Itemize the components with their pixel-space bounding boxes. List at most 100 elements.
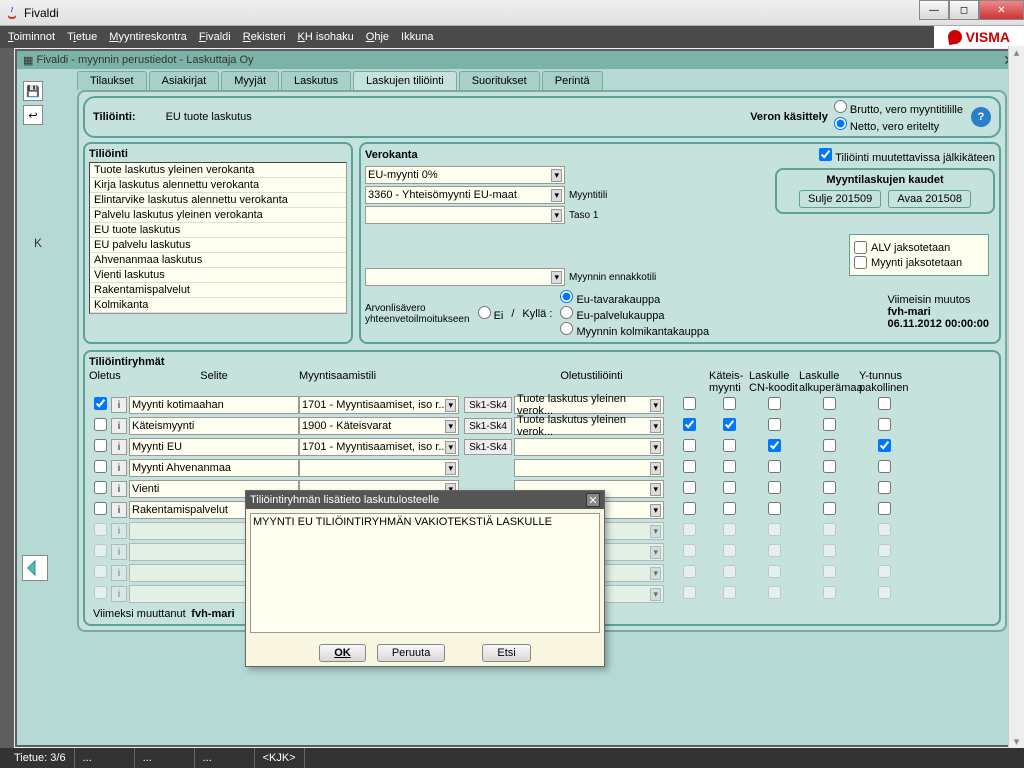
- dialog-close-button[interactable]: ✕: [586, 493, 600, 507]
- myyntitili-combo[interactable]: 3360 - Yhteisömyynti EU-maat: [365, 186, 565, 204]
- alv-radio-1[interactable]: Eu-palvelukauppa: [560, 306, 709, 322]
- tilioin-list-item[interactable]: EU tuote laskutus: [90, 223, 346, 238]
- alkupera-checkbox[interactable]: [823, 523, 836, 536]
- selite-input[interactable]: [129, 396, 299, 414]
- cn-checkbox[interactable]: [768, 565, 781, 578]
- menu-kh-isohaku[interactable]: KH isohaku: [298, 31, 354, 43]
- info-button[interactable]: i: [111, 544, 127, 560]
- cn-checkbox[interactable]: [768, 418, 781, 431]
- ei-radio[interactable]: Ei: [478, 306, 504, 322]
- myynti-jaks-checkbox[interactable]: Myynti jaksotetaan: [854, 256, 984, 269]
- cn-checkbox[interactable]: [768, 544, 781, 557]
- exit-icon[interactable]: ↩: [23, 105, 43, 125]
- alkupera-checkbox[interactable]: [823, 460, 836, 473]
- tab-myyjät[interactable]: Myyjät: [221, 71, 279, 90]
- kateis-checkbox[interactable]: [723, 418, 736, 431]
- row-cb1[interactable]: [683, 502, 696, 515]
- sk-button[interactable]: Sk1-Sk4: [464, 439, 512, 455]
- kateis-checkbox[interactable]: [723, 439, 736, 452]
- tilioin-list-item[interactable]: Rakentamispalvelut: [90, 283, 346, 298]
- cn-checkbox[interactable]: [768, 523, 781, 536]
- info-button[interactable]: i: [111, 439, 127, 455]
- avaa-button[interactable]: Avaa 201508: [888, 190, 971, 208]
- tilioin-list-item[interactable]: Elintarvike laskutus alennettu verokanta: [90, 193, 346, 208]
- tab-laskutus[interactable]: Laskutus: [281, 71, 351, 90]
- alv-checkbox[interactable]: ALV jaksotetaan: [854, 241, 984, 254]
- sk-button[interactable]: Sk1-Sk4: [464, 397, 512, 413]
- tilioin-list-item[interactable]: Kolmikanta: [90, 298, 346, 313]
- cn-checkbox[interactable]: [768, 502, 781, 515]
- oletus-checkbox[interactable]: [94, 502, 107, 515]
- ytunnus-checkbox[interactable]: [878, 523, 891, 536]
- oletus-checkbox[interactable]: [94, 544, 107, 557]
- ytunnus-checkbox[interactable]: [878, 586, 891, 599]
- muutettavissa-checkbox[interactable]: Tiliöinti muutettavissa jälkikäteen: [819, 148, 995, 164]
- kateis-checkbox[interactable]: [723, 481, 736, 494]
- selite-input[interactable]: [129, 459, 299, 477]
- oletus-checkbox[interactable]: [94, 460, 107, 473]
- alkupera-checkbox[interactable]: [823, 481, 836, 494]
- oletustilioin-combo[interactable]: [514, 438, 664, 456]
- kateis-checkbox[interactable]: [723, 523, 736, 536]
- alkupera-checkbox[interactable]: [823, 397, 836, 410]
- menu-rekisteri[interactable]: Rekisteri: [243, 31, 286, 43]
- row-cb1[interactable]: [683, 586, 696, 599]
- alkupera-checkbox[interactable]: [823, 439, 836, 452]
- myyntisaamistili-combo[interactable]: 1900 - Käteisvarat: [299, 417, 459, 435]
- close-button[interactable]: ✕: [979, 0, 1024, 20]
- oletus-checkbox[interactable]: [94, 397, 107, 410]
- alv-radio-2[interactable]: Myynnin kolmikantakauppa: [560, 322, 709, 338]
- ytunnus-checkbox[interactable]: [878, 418, 891, 431]
- alkupera-checkbox[interactable]: [823, 565, 836, 578]
- cn-checkbox[interactable]: [768, 481, 781, 494]
- oletustilioin-combo[interactable]: Tuote laskutus yleinen verok...: [514, 417, 664, 435]
- info-button[interactable]: i: [111, 418, 127, 434]
- ytunnus-checkbox[interactable]: [878, 502, 891, 515]
- info-button[interactable]: i: [111, 460, 127, 476]
- ytunnus-checkbox[interactable]: [878, 460, 891, 473]
- alkupera-checkbox[interactable]: [823, 418, 836, 431]
- oletustilioin-combo[interactable]: Tuote laskutus yleinen verok...: [514, 396, 664, 414]
- tab-perintä[interactable]: Perintä: [542, 71, 603, 90]
- alkupera-checkbox[interactable]: [823, 586, 836, 599]
- kateis-checkbox[interactable]: [723, 544, 736, 557]
- ytunnus-checkbox[interactable]: [878, 565, 891, 578]
- taso1-combo[interactable]: [365, 206, 565, 224]
- tilioin-list-item[interactable]: Kirja laskutus alennettu verokanta: [90, 178, 346, 193]
- tilioin-list-item[interactable]: Tuote laskutus yleinen verokanta: [90, 163, 346, 178]
- row-cb1[interactable]: [683, 418, 696, 431]
- info-button[interactable]: i: [111, 397, 127, 413]
- ytunnus-checkbox[interactable]: [878, 481, 891, 494]
- row-cb1[interactable]: [683, 439, 696, 452]
- myyntisaamistili-combo[interactable]: 1701 - Myyntisaamiset, iso r...: [299, 438, 459, 456]
- dialog-etsi-button[interactable]: Etsi: [482, 644, 530, 662]
- maximize-button[interactable]: ◻: [949, 0, 979, 20]
- tab-asiakirjat[interactable]: Asiakirjat: [149, 71, 220, 90]
- info-button[interactable]: i: [111, 502, 127, 518]
- ytunnus-checkbox[interactable]: [878, 439, 891, 452]
- cn-checkbox[interactable]: [768, 397, 781, 410]
- oletus-checkbox[interactable]: [94, 418, 107, 431]
- kateis-checkbox[interactable]: [723, 565, 736, 578]
- oletus-checkbox[interactable]: [94, 586, 107, 599]
- menu-toiminnot[interactable]: Toiminnot: [8, 31, 55, 43]
- alkupera-checkbox[interactable]: [823, 502, 836, 515]
- sulje-button[interactable]: Sulje 201509: [799, 190, 881, 208]
- oletus-checkbox[interactable]: [94, 481, 107, 494]
- dialog-peruuta-button[interactable]: Peruuta: [377, 644, 446, 662]
- verokanta-combo[interactable]: EU-myynti 0%: [365, 166, 565, 184]
- help-icon[interactable]: ?: [971, 107, 991, 127]
- row-cb1[interactable]: [683, 481, 696, 494]
- tab-laskujen-tiliöinti[interactable]: Laskujen tiliöinti: [353, 71, 457, 90]
- tab-tilaukset[interactable]: Tilaukset: [77, 71, 147, 90]
- info-button[interactable]: i: [111, 481, 127, 497]
- info-button[interactable]: i: [111, 586, 127, 602]
- row-cb1[interactable]: [683, 523, 696, 536]
- vertical-scrollbar[interactable]: [1008, 46, 1024, 748]
- info-button[interactable]: i: [111, 523, 127, 539]
- menu-ohje[interactable]: Ohje: [366, 31, 389, 43]
- menu-fivaldi[interactable]: Fivaldi: [199, 31, 231, 43]
- save-icon[interactable]: 💾: [23, 81, 43, 101]
- dialog-ok-button[interactable]: OK: [319, 644, 366, 662]
- ennakkotili-combo[interactable]: [365, 268, 565, 286]
